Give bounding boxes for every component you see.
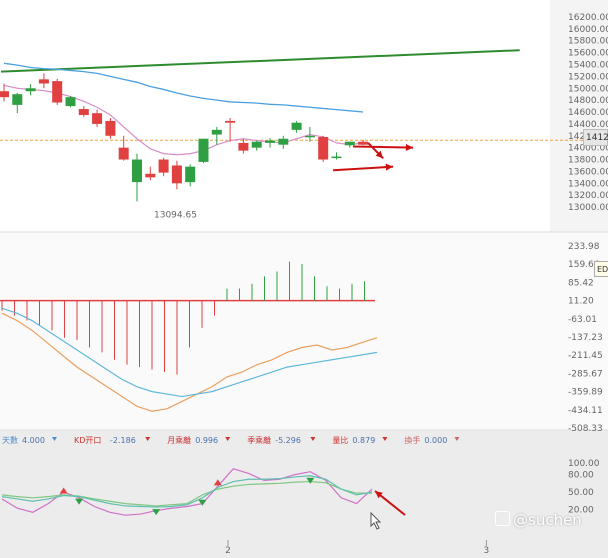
kd-panel-bg [0,430,608,558]
price-tick-label: 15200.00 [568,72,608,82]
macd-tick-label: -359.89 [568,388,603,398]
watermark-text: @suchen [513,511,582,529]
candle-body [265,140,275,143]
candle-body [118,147,129,160]
price-tick-label: 16000.00 [568,25,608,35]
price-tick-label: 13600.00 [568,167,608,177]
candle-body [344,141,355,146]
macd-tick-label: -508.33 [568,424,603,434]
candle-body [211,129,222,135]
candle-body [105,120,116,136]
candle-body [65,97,76,107]
price-tick-label: 13000.00 [568,203,608,213]
price-tick-label: 16200.00 [568,13,608,23]
x-axis-label: 2 [225,546,231,556]
candle-body [78,109,89,115]
price-tick-label: 14600.00 [568,108,608,118]
candle-body [225,120,236,123]
candle-body [251,141,262,148]
chart-window: 16200.00 16000.00 15800.00 15600.00 15400.00… [0,0,608,558]
candle-body [331,156,342,159]
candle-body [198,138,209,162]
kd-header-label: 月乘離 [167,435,191,445]
kd-header-value: 0.000 [424,436,447,445]
candle-body [291,122,302,130]
candle-body [92,113,103,124]
kd-header-value: 0.879 [352,436,375,445]
macd-tick-label: -63.01 [568,315,597,325]
kd-header-value: 4.000 [22,436,45,445]
price-tick-label: 15000.00 [568,84,608,94]
candle-body [185,166,196,183]
kd-tick-label: 100.00 [568,459,600,469]
current-price-flag: 14124.09 [583,129,608,146]
ed-tag[interactable]: ED [594,261,608,277]
price-tick-label: 14800.00 [568,96,608,106]
candle-body [171,165,182,184]
candle-body [278,138,289,145]
macd-panel-bg [0,232,608,430]
kd-header-value: -5.296 [275,436,301,445]
price-tick-label: 13800.00 [568,156,608,166]
price-tick-label: 13200.00 [568,191,608,201]
kd-header-label: 量比 [332,435,348,445]
kd-header-value: -2.186 [110,436,136,445]
candle-body [52,81,63,103]
price-tick-label: 15400.00 [568,60,608,70]
x-axis-label: 3 [484,546,490,556]
macd-tick-label: -137.23 [568,333,603,343]
kd-header-label: 天數 [2,435,18,445]
kd-tick-label: 50.00 [568,488,594,498]
candle-body [238,142,249,151]
candle-body [358,141,369,145]
chart-canvas[interactable]: 16200.00 16000.00 15800.00 15600.0015400.00… [0,0,608,558]
kd-header-label: 換手 [404,435,420,445]
watermark: @suchen [495,511,582,529]
kd-header-label: KD开口 [74,436,101,445]
macd-tick-label: -211.45 [568,351,603,361]
macd-tick-label: 233.98 [568,242,600,252]
kd-tick-label: 80.00 [568,471,594,481]
macd-tick-label: 85.42 [568,278,594,288]
macd-tick-label: 11.20 [568,297,594,307]
price-panel-bg [0,0,608,232]
candle-body [0,91,9,98]
price-tick-label: 15600.00 [568,49,608,59]
candle-body [25,88,36,92]
candle-body [12,94,23,105]
kd-header-value: 0.996 [195,436,218,445]
price-tick-label: 15800.00 [568,37,608,47]
low-price-label: 13094.65 [154,210,197,220]
candle-body [145,173,156,178]
kd-header-label: 季乘離 [247,435,271,445]
annotation-arrow [353,145,414,149]
macd-tick-label: -434.11 [568,406,603,416]
candle-body [132,159,142,183]
price-tick-label: 13400.00 [568,179,608,189]
candle-body [158,159,169,173]
candle-body [38,79,49,84]
camera-icon [495,511,510,526]
candle-body [318,136,329,160]
candle-body [304,135,315,138]
macd-tick-label: -285.67 [568,369,603,379]
